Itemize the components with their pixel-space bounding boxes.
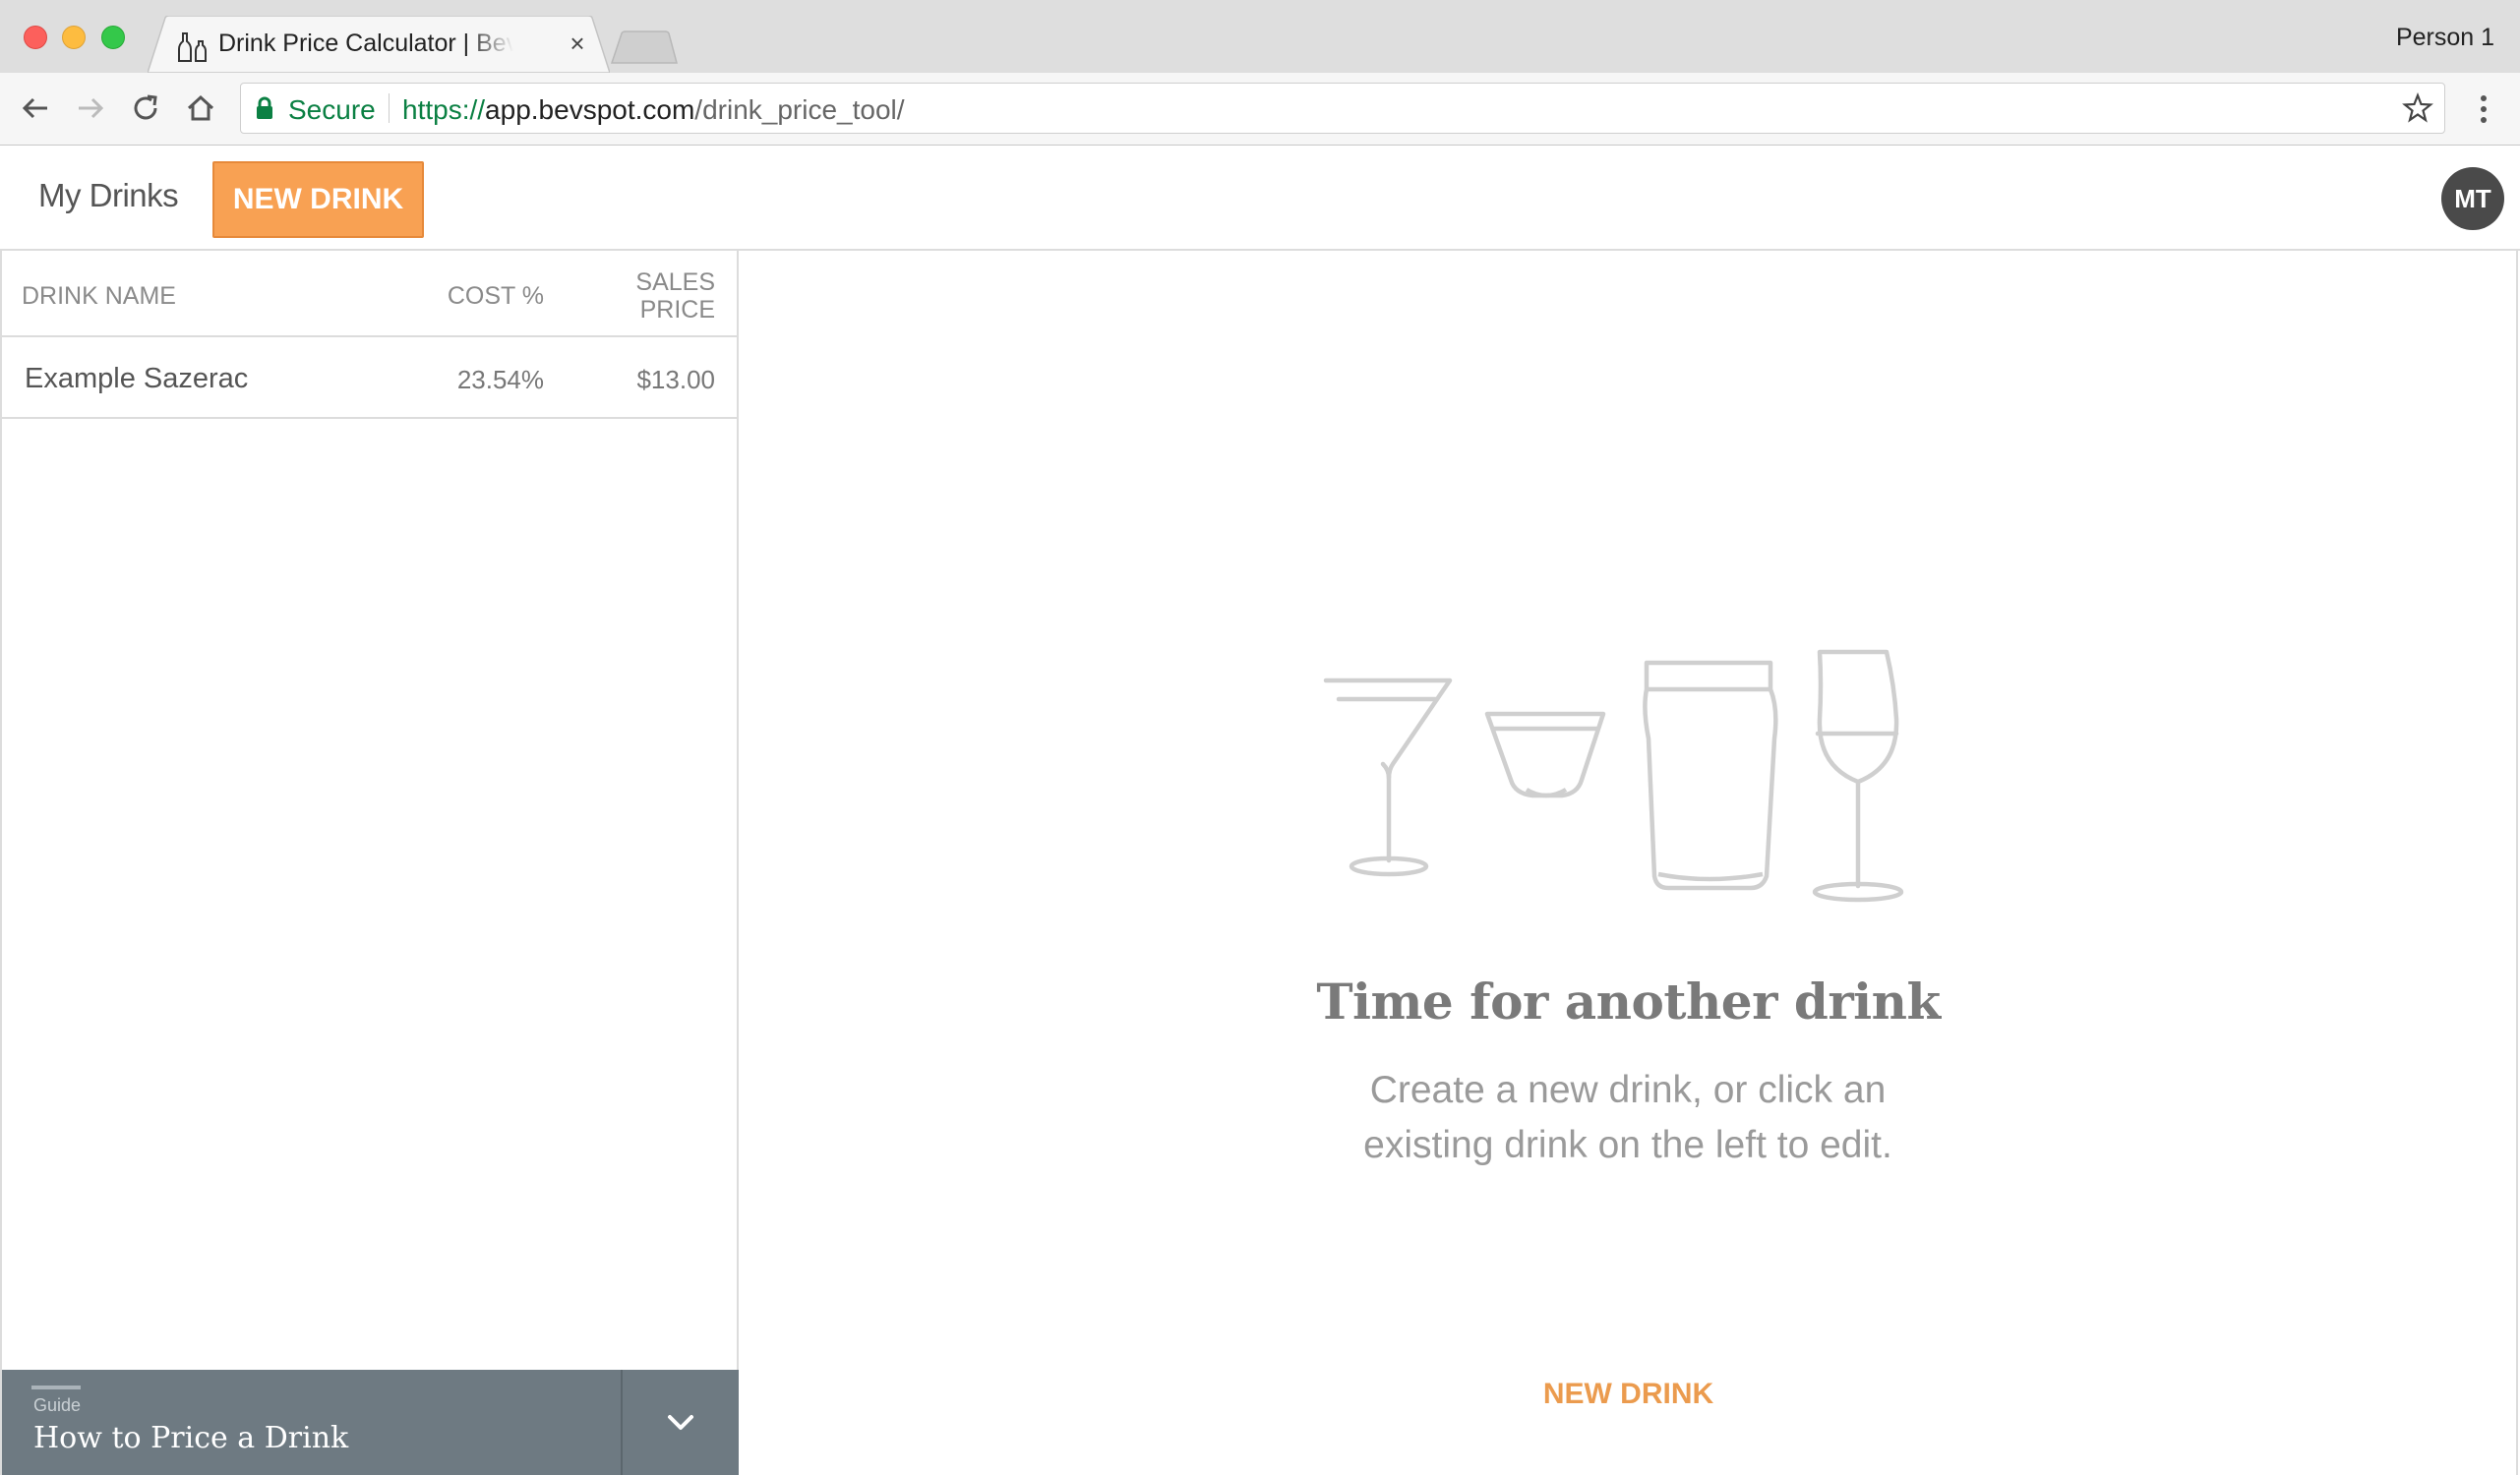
drink-cost-percent: 23.54% [456,365,544,394]
guide-label: Guide [33,1395,82,1415]
column-sales-price[interactable]: SALES PRICE [597,268,715,324]
kebab-menu-icon[interactable] [2469,90,2498,128]
new-drink-link-text[interactable]: NEW DRINK [1543,1378,1713,1410]
browser-titlebar: Drink Price Calculator | BevSpot × Perso… [0,0,2520,73]
url-scheme: https:// [402,94,486,125]
url-text[interactable]: https://app.bevspot.com/drink_price_tool… [402,94,905,126]
drinks-sidebar: DRINK NAME COST % SALES PRICE Example Saz… [0,251,739,1475]
new-drink-link: NEW DRINK [739,1378,2518,1411]
address-bar[interactable]: Secure https://app.bevspot.com/drink_pri… [240,83,2445,134]
drink-sales-price: $13.00 [636,365,715,394]
app-header: My Drinks NEW DRINK MT [0,146,2520,251]
maximize-window-button[interactable] [101,26,125,49]
bevspot-bottles-icon [178,32,207,62]
tab-close-icon[interactable]: × [563,29,592,58]
pint-glass-icon [1643,660,1778,891]
martini-glass-icon [1323,678,1453,877]
guide-title: How to Price a Drink [33,1421,349,1455]
drink-name: Example Sazerac [25,363,249,394]
table-header: DRINK NAME COST % SALES PRICE [2,251,739,337]
column-cost-percent[interactable]: COST % [448,282,544,311]
back-arrow-icon[interactable] [16,88,55,128]
rocks-glass-icon [1484,711,1606,798]
lock-icon [257,96,272,119]
guide-panel[interactable]: Guide How to Price a Drink [2,1370,739,1475]
url-host: app.bevspot.com [485,94,695,125]
profile-name[interactable]: Person 1 [2396,24,2494,52]
guide-bar [31,1386,81,1389]
column-sales-price-line2: PRICE [639,296,715,324]
empty-state-title: Time for another drink [1316,973,1941,1031]
table-row[interactable]: Example Sazerac 23.54% $13.00 [2,337,739,419]
forward-arrow-icon[interactable] [71,88,110,128]
star-icon[interactable] [2401,91,2434,125]
tab-title: Drink Price Calculator | BevSpot [218,30,513,57]
wine-glass-icon [1812,649,1904,903]
column-sales-price-line1: SALES [635,268,715,296]
minimize-window-button[interactable] [62,26,86,49]
omnibox-separator [389,93,390,123]
guide-toggle-button[interactable] [623,1370,739,1475]
my-drinks-title[interactable]: My Drinks [38,177,179,214]
chevron-down-icon [668,1415,693,1430]
secure-label: Secure [288,94,376,125]
close-window-button[interactable] [24,26,47,49]
column-drink-name[interactable]: DRINK NAME [22,282,176,311]
new-drink-button[interactable]: NEW DRINK [212,161,424,238]
empty-state-subtitle: Create a new drink, or click an existing… [1363,1069,1892,1166]
browser-toolbar: Secure https://app.bevspot.com/drink_pri… [0,73,2520,146]
drink-glasses-illustration [1323,649,1904,903]
app: My Drinks NEW DRINK MT DRINK NAME COST %… [0,146,2520,1475]
new-tab-button[interactable] [610,30,679,65]
reload-icon[interactable] [126,88,165,128]
home-icon[interactable] [181,88,220,128]
url-path: /drink_price_tool/ [694,94,905,125]
main-panel: Time for another drink Create a new drin… [739,251,2518,1475]
browser-tab-active[interactable]: Drink Price Calculator | BevSpot × [148,16,610,73]
avatar[interactable]: MT [2441,167,2504,230]
